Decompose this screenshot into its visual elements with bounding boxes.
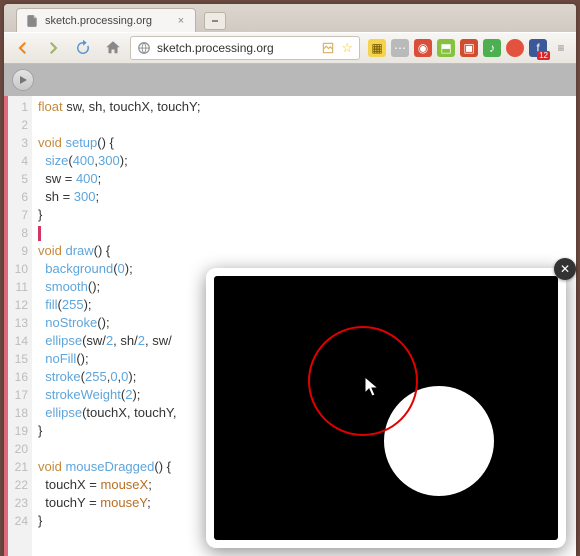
sketch-toolbar [4,64,576,96]
tab-close-icon[interactable]: × [175,15,187,27]
tab-favicon-icon [25,14,39,28]
extension-icons: ▦ ⋯ ◉ ⬒ ▣ ♪ f12 ≡ [368,39,570,57]
globe-icon [137,41,151,55]
nav-bar: ☆ ▦ ⋯ ◉ ⬒ ▣ ♪ f12 ≡ [4,32,576,64]
notification-badge: 12 [537,51,550,60]
extension-menu-icon[interactable]: ≡ [552,39,570,57]
tab-bar: sketch.processing.org × [4,4,576,32]
extension-ext-1-icon[interactable]: ▦ [368,39,386,57]
forward-button[interactable] [40,36,66,60]
back-button[interactable] [10,36,36,60]
url-input[interactable] [157,41,315,55]
extension-facebook-icon[interactable]: f12 [529,39,547,57]
code-line[interactable]: sw = 400; [38,170,570,188]
code-line[interactable] [38,116,570,134]
reload-button[interactable] [70,36,96,60]
tab-title: sketch.processing.org [45,15,169,27]
code-line[interactable]: float sw, sh, touchX, touchY; [38,98,570,116]
mouse-cursor-icon [364,376,380,398]
extension-ext-5-icon[interactable]: ▣ [460,39,478,57]
close-icon: ✕ [560,262,570,276]
extension-ext-6-icon[interactable]: ♪ [483,39,501,57]
bookmark-star-icon[interactable]: ☆ [341,40,353,56]
code-line[interactable] [38,224,570,242]
caret-icon [38,226,41,241]
extension-ext-2-icon[interactable]: ⋯ [391,39,409,57]
sketch-output-popup: ✕ [206,268,566,548]
line-number-gutter: 123456789101112131415161718192021222324 [8,96,32,556]
code-line[interactable]: sh = 300; [38,188,570,206]
red-stroke-ellipse [308,326,418,436]
loader-icon [321,41,335,55]
extension-ext-7-icon[interactable] [506,39,524,57]
sketch-canvas[interactable] [214,276,558,540]
code-line[interactable]: void draw() { [38,242,570,260]
home-button[interactable] [100,36,126,60]
code-line[interactable]: size(400,300); [38,152,570,170]
extension-ext-3-icon[interactable]: ◉ [414,39,432,57]
extension-ext-4-icon[interactable]: ⬒ [437,39,455,57]
code-line[interactable]: void setup() { [38,134,570,152]
run-button[interactable] [12,69,34,91]
code-line[interactable]: } [38,206,570,224]
new-tab-button[interactable] [204,12,226,30]
browser-tab[interactable]: sketch.processing.org × [16,8,196,32]
address-bar[interactable]: ☆ [130,36,360,60]
